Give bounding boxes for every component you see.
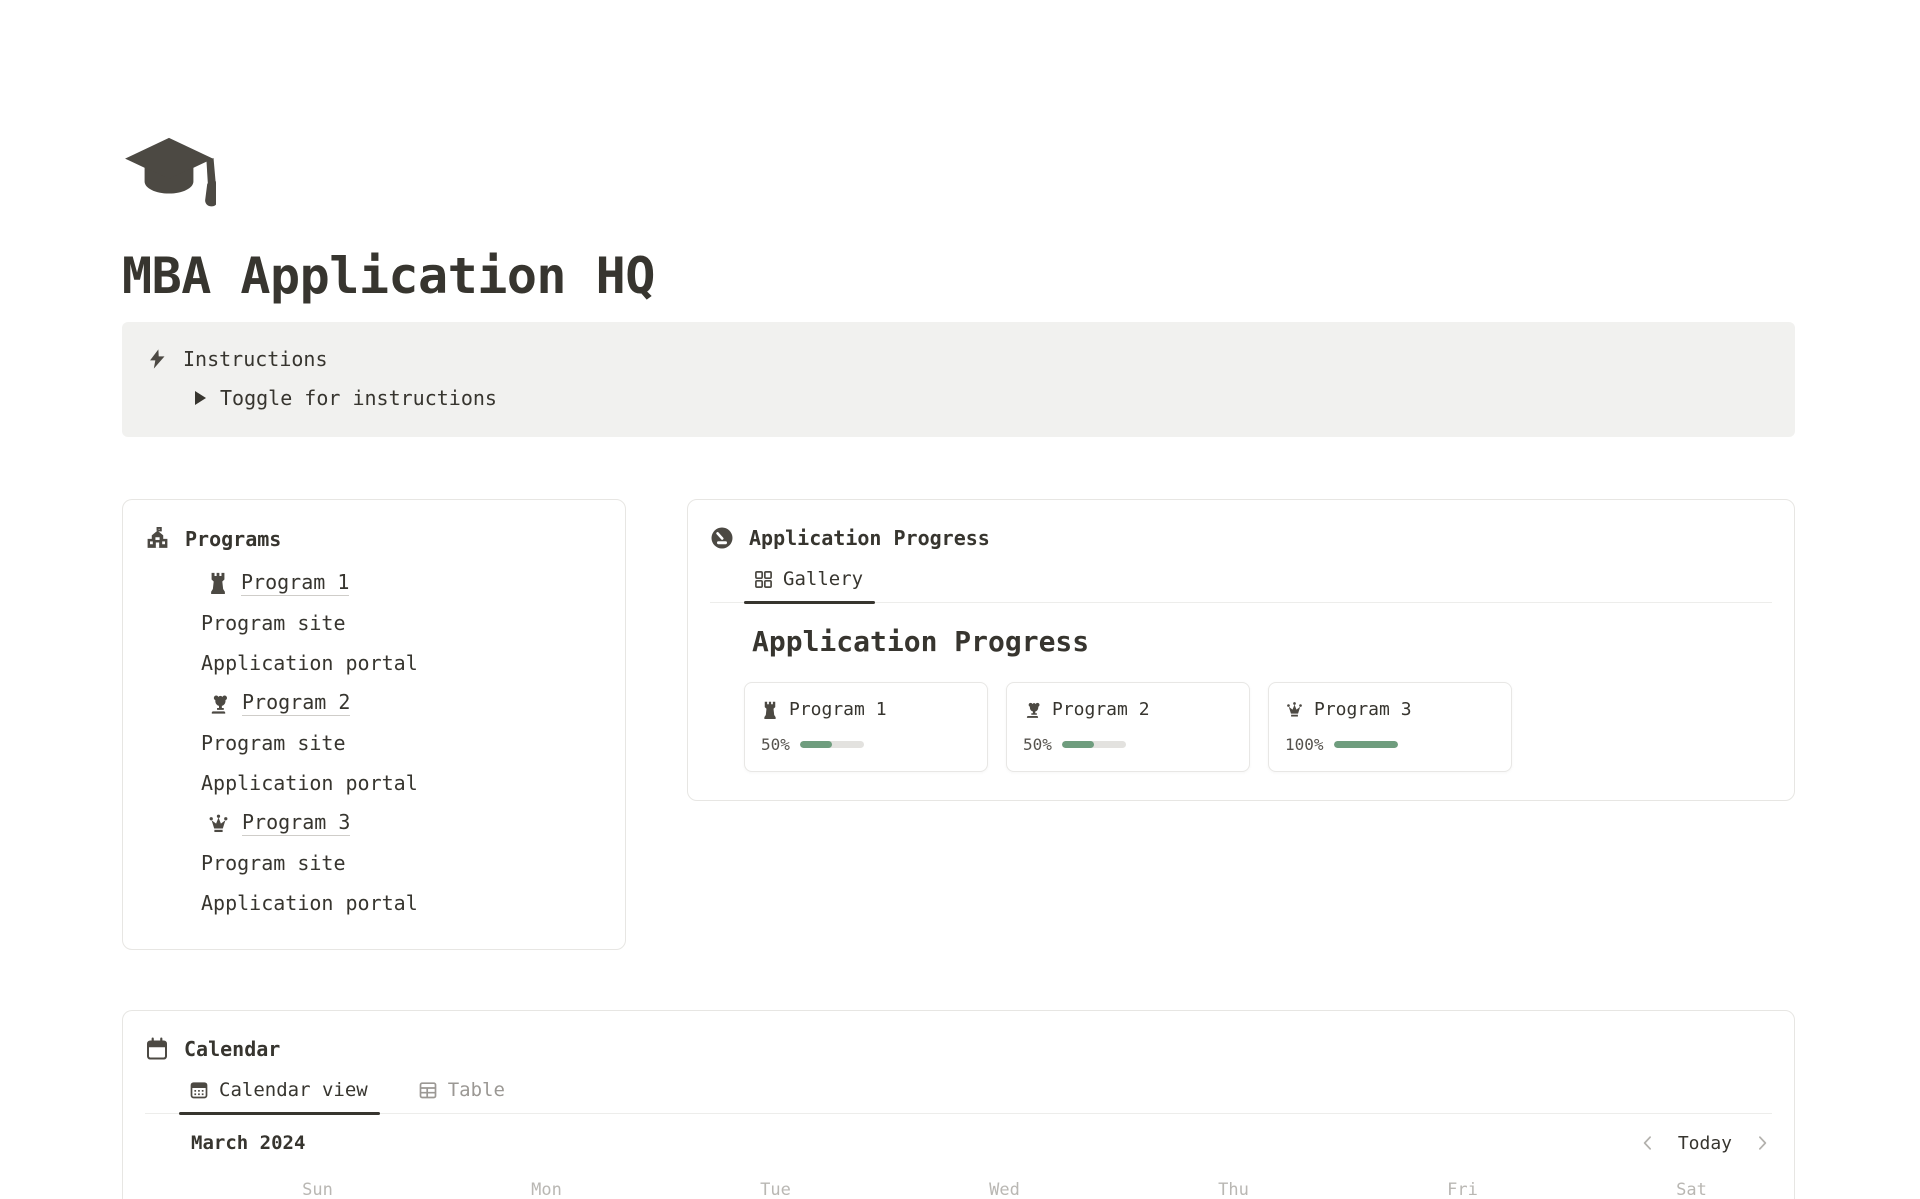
page-content: MBA Application HQ Instructions Toggle f…: [122, 0, 1795, 1199]
day-header-fri: Fri: [1348, 1180, 1577, 1199]
gallery-card-program-1[interactable]: Program 1 50%: [744, 682, 988, 772]
tab-calendar-view-label: Calendar view: [219, 1079, 368, 1101]
crown-icon: [1285, 700, 1304, 719]
day-headers-row: Sun Mon Tue Wed Thu Fri Sat: [203, 1180, 1806, 1199]
tab-table[interactable]: Table: [408, 1079, 517, 1113]
calendar-nav: Today: [1638, 1133, 1772, 1154]
program-3-portal[interactable]: Application portal: [201, 883, 601, 923]
gallery-card-name: Program 3: [1314, 699, 1412, 720]
day-header-sat: Sat: [1577, 1180, 1806, 1199]
program-3-link[interactable]: Program 3: [242, 810, 350, 836]
program-2-link[interactable]: Program 2: [242, 690, 350, 716]
application-progress-card: Application Progress Gallery Application…: [687, 499, 1795, 801]
progress-bar: [800, 741, 864, 748]
tab-table-label: Table: [448, 1079, 505, 1101]
rook-icon: [761, 700, 779, 720]
progress-percent: 100%: [1285, 735, 1324, 754]
instructions-toggle[interactable]: Toggle for instructions: [192, 386, 1771, 410]
page-title: MBA Application HQ: [122, 246, 1795, 306]
calendar-month-row: March 2024 Today: [191, 1132, 1772, 1154]
tab-gallery-label: Gallery: [783, 568, 863, 590]
day-header-tue: Tue: [661, 1180, 890, 1199]
instructions-callout: Instructions Toggle for instructions: [122, 322, 1795, 437]
lightning-icon: [147, 348, 168, 370]
rook-icon: [207, 571, 229, 595]
tab-gallery[interactable]: Gallery: [744, 568, 875, 602]
day-header-mon: Mon: [432, 1180, 661, 1199]
progress-bar: [1334, 741, 1398, 748]
gallery-grid-icon: [754, 570, 773, 589]
program-3-link-row[interactable]: Program 3: [201, 803, 601, 843]
calendar-icon: [145, 1037, 169, 1061]
gallery-tabs-row: Gallery: [710, 568, 1772, 603]
toggle-triangle-icon[interactable]: [195, 391, 206, 405]
month-label: March 2024: [191, 1132, 305, 1154]
tab-calendar-view[interactable]: Calendar view: [179, 1079, 380, 1113]
chevron-right-icon: [1752, 1133, 1772, 1153]
gallery-card-program-2[interactable]: Program 2 50%: [1006, 682, 1250, 772]
graduation-cap-icon[interactable]: [122, 134, 216, 216]
program-2-link-row[interactable]: Program 2: [201, 683, 601, 723]
application-progress-title: Application Progress: [749, 526, 990, 550]
trophy-icon: [207, 692, 230, 715]
gauge-icon: [710, 526, 734, 550]
progress-percent: 50%: [761, 735, 790, 754]
columns-row: Programs Program 1 Program site Applicat…: [122, 499, 1795, 950]
day-header-sun: Sun: [203, 1180, 432, 1199]
trophy-icon: [1023, 700, 1042, 719]
gallery-card-name: Program 2: [1052, 699, 1150, 720]
prev-month-button[interactable]: [1638, 1133, 1658, 1153]
programs-card: Programs Program 1 Program site Applicat…: [122, 499, 626, 950]
program-2-site[interactable]: Program site: [201, 723, 601, 763]
day-header-thu: Thu: [1119, 1180, 1348, 1199]
today-button[interactable]: Today: [1678, 1133, 1732, 1154]
program-1-portal[interactable]: Application portal: [201, 643, 601, 683]
program-3-site[interactable]: Program site: [201, 843, 601, 883]
programs-list: Program 1 Program site Application porta…: [201, 563, 601, 923]
program-1-site[interactable]: Program site: [201, 603, 601, 643]
school-icon: [145, 526, 170, 551]
progress-percent: 50%: [1023, 735, 1052, 754]
table-icon: [418, 1080, 438, 1100]
calendar-view-icon: [189, 1080, 209, 1100]
program-2-portal[interactable]: Application portal: [201, 763, 601, 803]
gallery-card-program-3[interactable]: Program 3 100%: [1268, 682, 1512, 772]
calendar-title: Calendar: [184, 1037, 280, 1061]
gallery-card-name: Program 1: [789, 699, 887, 720]
day-header-wed: Wed: [890, 1180, 1119, 1199]
crown-icon: [207, 812, 230, 835]
program-1-link-row[interactable]: Program 1: [201, 563, 601, 603]
calendar-card: Calendar Calendar view Table March 2024 …: [122, 1010, 1795, 1199]
gallery-cards-row: Program 1 50% Program 2 5: [744, 682, 1772, 772]
callout-title: Instructions: [183, 347, 328, 371]
calendar-tabs-row: Calendar view Table: [145, 1079, 1772, 1114]
program-1-link[interactable]: Program 1: [241, 570, 349, 596]
progress-bar: [1062, 741, 1126, 748]
programs-title: Programs: [185, 527, 281, 551]
chevron-left-icon: [1638, 1133, 1658, 1153]
next-month-button[interactable]: [1752, 1133, 1772, 1153]
gallery-view-title: Application Progress: [752, 625, 1772, 658]
toggle-label: Toggle for instructions: [220, 386, 497, 410]
